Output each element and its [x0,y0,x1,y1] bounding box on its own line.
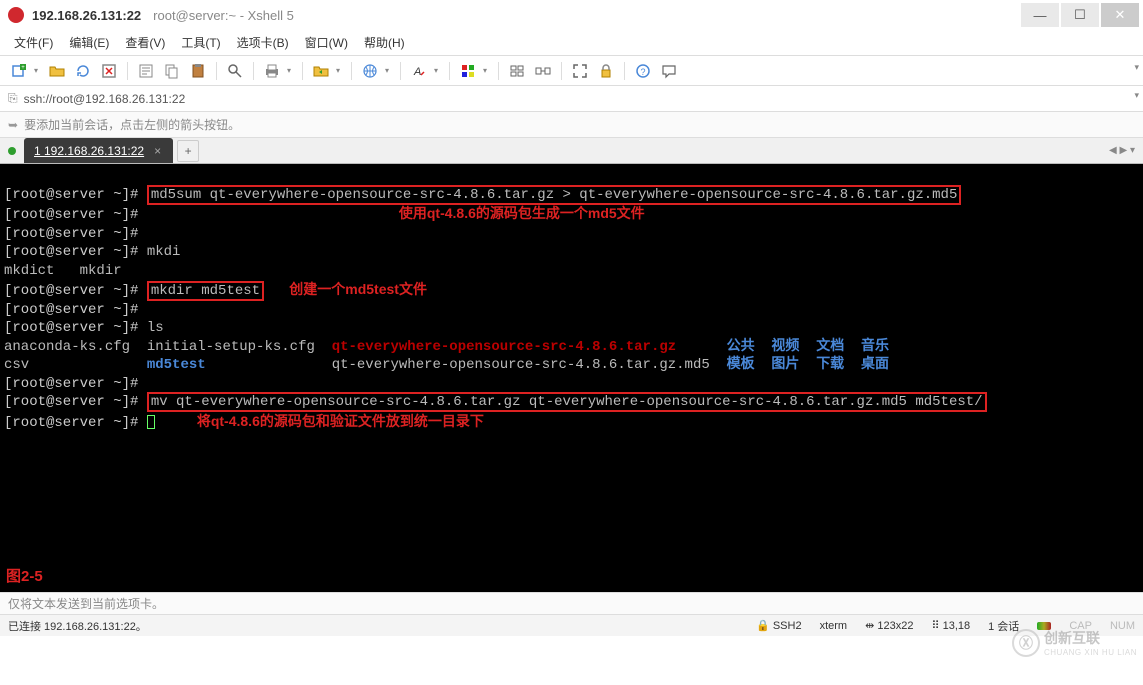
dropdown-icon[interactable]: ▾ [483,66,491,75]
dropdown-icon[interactable]: ▾ [385,66,393,75]
hint-text: 要添加当前会话，点击左侧的箭头按钮。 [24,116,240,133]
disconnect-icon[interactable] [98,60,120,82]
hint-bar: ➥ 要添加当前会话，点击左侧的箭头按钮。 [0,112,1143,138]
tab-session[interactable]: 1 192.168.26.131:22 × [24,138,173,163]
status-dot-icon [8,147,16,155]
svg-text:A: A [413,66,421,78]
menu-file[interactable]: 文件(F) [14,34,53,51]
status-pos: ⠿ 13,18 [931,619,970,632]
annotation: 创建一个md5test文件 [289,281,427,297]
properties-icon[interactable] [135,60,157,82]
copy-icon[interactable] [161,60,183,82]
chat-icon[interactable] [658,60,680,82]
menu-tabs[interactable]: 选项卡(B) [237,34,289,51]
status-connection: 已连接 192.168.26.131:22。 [8,618,147,634]
tab-close-icon[interactable]: × [154,144,161,158]
minimize-button[interactable]: — [1021,3,1059,27]
svg-text:?: ? [640,67,645,77]
close-button[interactable]: ✕ [1101,3,1139,27]
annotation: 使用qt-4.8.6的源码包生成一个md5文件 [399,205,645,221]
address-bar: ⎘ ssh://root@192.168.26.131:22 [0,86,1143,112]
highlighted-command: mkdir md5test [147,281,264,301]
status-size: ⇹ 123x22 [865,619,913,632]
tab-nav-icons[interactable]: ◀ ▶ ▾ [1101,145,1143,156]
open-icon[interactable] [46,60,68,82]
tunnel-icon[interactable] [532,60,554,82]
dropdown-icon[interactable]: ▾ [287,66,295,75]
tab-label: 1 192.168.26.131:22 [34,144,144,158]
xftp-icon[interactable] [310,60,332,82]
highlighted-command: md5sum qt-everywhere-opensource-src-4.8.… [147,185,962,205]
terminal[interactable]: [root@server ~]# md5sum qt-everywhere-op… [0,164,1143,592]
menu-edit[interactable]: 编辑(E) [69,34,109,51]
highlighted-command: mv qt-everywhere-opensource-src-4.8.6.ta… [147,392,987,412]
watermark: Ⓧ 创新互联 CHUANG XIN HU LIAN [1012,628,1137,657]
globe-icon[interactable] [359,60,381,82]
font-icon[interactable]: A [408,60,430,82]
cursor-icon [147,415,155,429]
menu-help[interactable]: 帮助(H) [364,34,405,51]
dropdown-icon[interactable]: ▾ [34,66,42,75]
menu-view[interactable]: 查看(V) [125,34,165,51]
annotation: 将qt-4.8.6的源码包和验证文件放到统一目录下 [197,413,484,429]
toolbar: + ▾ ▾ ▾ ▾ A ▾ ▾ ? [0,56,1143,86]
title-bar: 192.168.26.131:22 root@server:~ - Xshell… [0,0,1143,30]
color-icon[interactable] [457,60,479,82]
add-tab-button[interactable]: + [177,140,199,162]
menu-window[interactable]: 窗口(W) [305,34,348,51]
arrow-icon[interactable]: ➥ [8,118,18,132]
search-icon[interactable] [224,60,246,82]
watermark-logo-icon: Ⓧ [1012,629,1040,657]
status-lock-icon: 🔒 SSH2 [756,619,802,632]
maximize-button[interactable]: ☐ [1061,3,1099,27]
svg-text:+: + [21,65,25,71]
dropdown-icon[interactable]: ▾ [434,66,442,75]
toolbar-overflow-icon[interactable]: ▾ [1134,62,1139,73]
title-app: root@server:~ - Xshell 5 [153,8,294,23]
figure-label: 图2-5 [6,568,43,587]
paste-icon[interactable] [187,60,209,82]
link-icon: ⎘ [8,91,18,106]
app-icon [8,7,24,23]
menu-tools[interactable]: 工具(T) [181,34,220,51]
send-hint: 仅将文本发送到当前选项卡。 [0,592,1143,614]
address-overflow-icon[interactable]: ▾ [1134,90,1139,101]
reconnect-icon[interactable] [72,60,94,82]
sessions-icon[interactable] [506,60,528,82]
new-session-icon[interactable]: + [8,60,30,82]
help-icon[interactable]: ? [632,60,654,82]
status-bar: 已连接 192.168.26.131:22。 🔒 SSH2 xterm ⇹ 12… [0,614,1143,636]
status-term: xterm [820,620,848,632]
title-host: 192.168.26.131:22 [32,8,141,23]
lock-icon[interactable] [595,60,617,82]
menu-bar: 文件(F) 编辑(E) 查看(V) 工具(T) 选项卡(B) 窗口(W) 帮助(… [0,30,1143,56]
print-icon[interactable] [261,60,283,82]
address-url[interactable]: ssh://root@192.168.26.131:22 [24,92,186,106]
fullscreen-icon[interactable] [569,60,591,82]
tab-bar: 1 192.168.26.131:22 × + ◀ ▶ ▾ [0,138,1143,164]
dropdown-icon[interactable]: ▾ [336,66,344,75]
